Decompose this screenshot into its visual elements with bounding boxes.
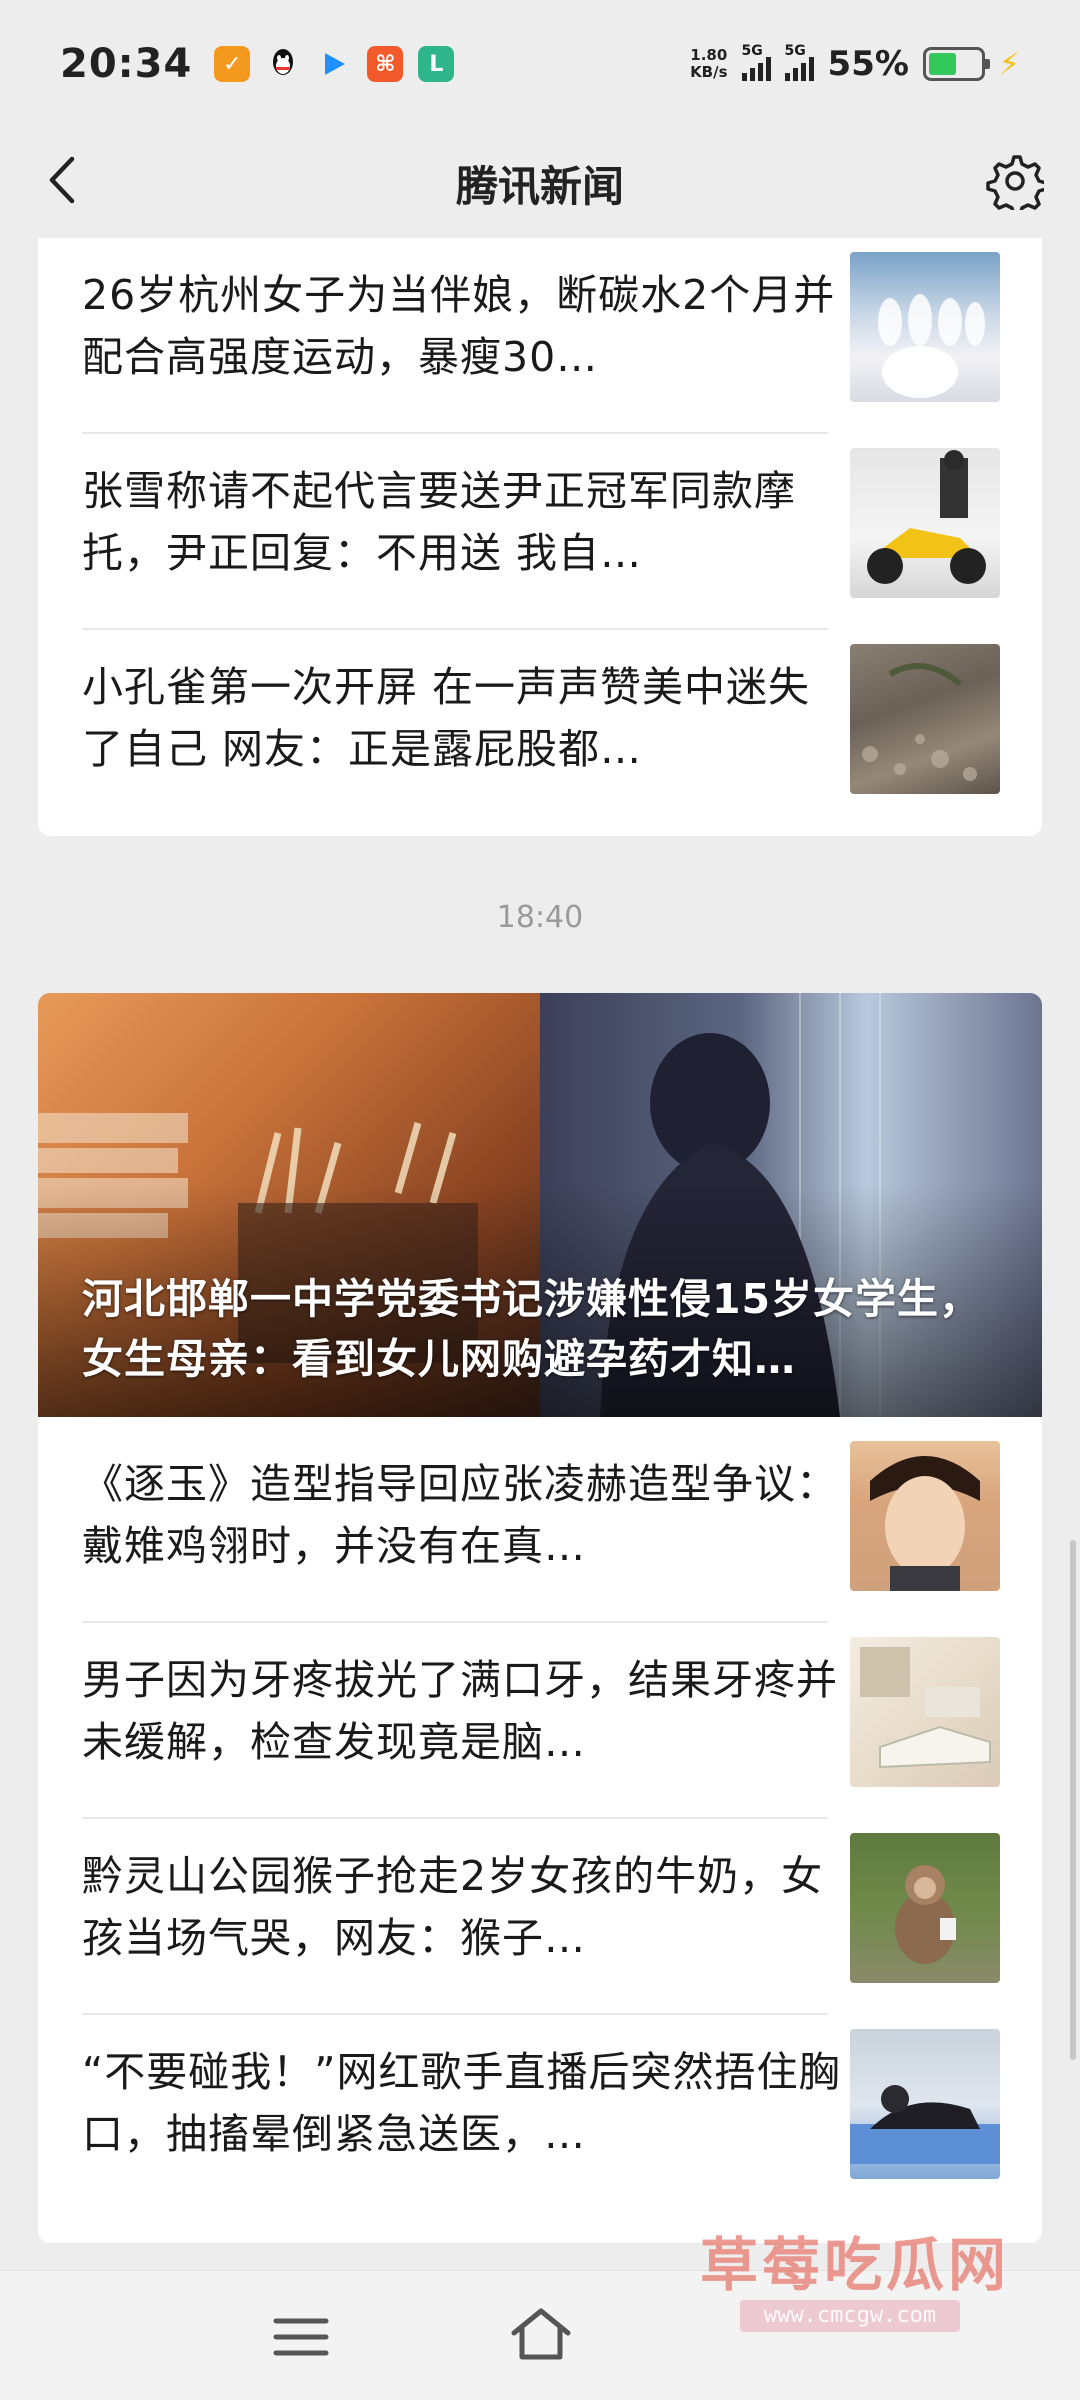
news-thumbnail: [850, 2029, 1000, 2179]
status-bar: 20:34 ✓ ⌘ L 1.80 KB/s 5G 5G 55% ⚡: [0, 0, 1080, 128]
news-title: 《逐玉》造型指导回应张凌赫造型争议：戴雉鸡翎时，并没有在真…: [82, 1460, 838, 1570]
news-title: 张雪称请不起代言要送尹正冠军同款摩托，尹正回复：不用送 我自…: [82, 467, 796, 577]
news-title: 26岁杭州女子为当伴娘，断碳水2个月并配合高强度运动，暴瘦30…: [82, 271, 836, 381]
list-item[interactable]: 《逐玉》造型指导回应张凌赫造型争议：戴雉鸡翎时，并没有在真…: [38, 1427, 1042, 1623]
list-item[interactable]: 男子因为牙疼拔光了满口牙，结果牙疼并未缓解，检查发现竟是脑…: [38, 1623, 1042, 1819]
signal-label: 5G: [741, 43, 763, 59]
news-title: 男子因为牙疼拔光了满口牙，结果牙疼并未缓解，检查发现竟是脑…: [82, 1656, 838, 1766]
signal-icon-2: 5G: [784, 43, 814, 81]
news-card-group-2: 河北邯郸一中学党委书记涉嫌性侵15岁女学生，女生母亲：看到女儿网购避孕药才知… …: [38, 993, 1042, 2243]
news-card-group-1: 26岁杭州女子为当伴娘，断碳水2个月并配合高强度运动，暴瘦30… 张雪称请不起代…: [38, 238, 1042, 836]
news-thumbnail: [850, 1441, 1000, 1591]
settings-button[interactable]: [980, 146, 1050, 216]
watermark: 草莓吃瓜网 www.cmcgw.com: [660, 2200, 1060, 2360]
net-speed-value: 1.80: [690, 46, 728, 64]
news-title: 小孔雀第一次开屏 在一声声赞美中迷失了自己 网友：正是露屁股都…: [82, 663, 811, 773]
hero-news[interactable]: 河北邯郸一中学党委书记涉嫌性侵15岁女学生，女生母亲：看到女儿网购避孕药才知…: [38, 993, 1042, 1417]
menu-icon: [273, 2318, 329, 2356]
signal-icon: 5G: [741, 43, 771, 81]
home-icon: [511, 2308, 571, 2360]
home-button[interactable]: [506, 2303, 576, 2367]
news-thumbnail: [850, 1637, 1000, 1787]
list-item[interactable]: 26岁杭州女子为当伴娘，断碳水2个月并配合高强度运动，暴瘦30…: [38, 238, 1042, 434]
net-speed-unit: KB/s: [690, 63, 728, 81]
news-thumbnail: [850, 644, 1000, 794]
app-icon-5: L: [418, 46, 455, 82]
news-title: 黔灵山公园猴子抢走2岁女孩的牛奶，女孩当场气哭，网友：猴子…: [82, 1852, 824, 1962]
news-thumbnail: [850, 1833, 1000, 1983]
hero-title: 河北邯郸一中学党委书记涉嫌性侵15岁女学生，女生母亲：看到女儿网购避孕药才知…: [82, 1275, 982, 1383]
back-button[interactable]: [32, 150, 92, 210]
nav-header: 腾讯新闻: [0, 128, 1080, 238]
list-item[interactable]: “不要碰我！”网红歌手直播后突然捂住胸口，抽搐晕倒紧急送医，…: [38, 2015, 1042, 2211]
watermark-url: www.cmcgw.com: [740, 2300, 960, 2332]
status-time: 20:34: [60, 41, 193, 87]
back-arrow-icon: [49, 156, 75, 204]
news-thumbnail: [850, 448, 1000, 598]
menu-button[interactable]: [268, 2307, 334, 2367]
page-title: 腾讯新闻: [455, 161, 624, 211]
news-title: “不要碰我！”网红歌手直播后突然捂住胸口，抽搐晕倒紧急送医，…: [82, 2048, 841, 2158]
battery-percent: 55%: [827, 44, 909, 84]
qq-icon: [265, 46, 301, 82]
app-icon-1: ✓: [214, 46, 251, 82]
signal-label-2: 5G: [784, 43, 806, 59]
watermark-text: 草莓吃瓜网: [700, 2231, 1011, 2299]
gear-icon: [986, 155, 1044, 210]
app-icon-4: ⌘: [367, 46, 404, 82]
time-separator: 18:40: [496, 900, 584, 935]
app-icon-3: [316, 46, 352, 82]
list-item[interactable]: 小孔雀第一次开屏 在一声声赞美中迷失了自己 网友：正是露屁股都…: [38, 630, 1042, 826]
list-item[interactable]: 张雪称请不起代言要送尹正冠军同款摩托，尹正回复：不用送 我自…: [38, 434, 1042, 630]
list-item[interactable]: 黔灵山公园猴子抢走2岁女孩的牛奶，女孩当场气哭，网友：猴子…: [38, 1819, 1042, 2015]
news-thumbnail: [850, 252, 1000, 402]
battery-icon: [922, 47, 990, 81]
charging-icon: ⚡: [998, 46, 1020, 82]
net-speed: 1.80 KB/s: [690, 47, 727, 81]
scrollbar[interactable]: [1070, 1540, 1076, 2060]
